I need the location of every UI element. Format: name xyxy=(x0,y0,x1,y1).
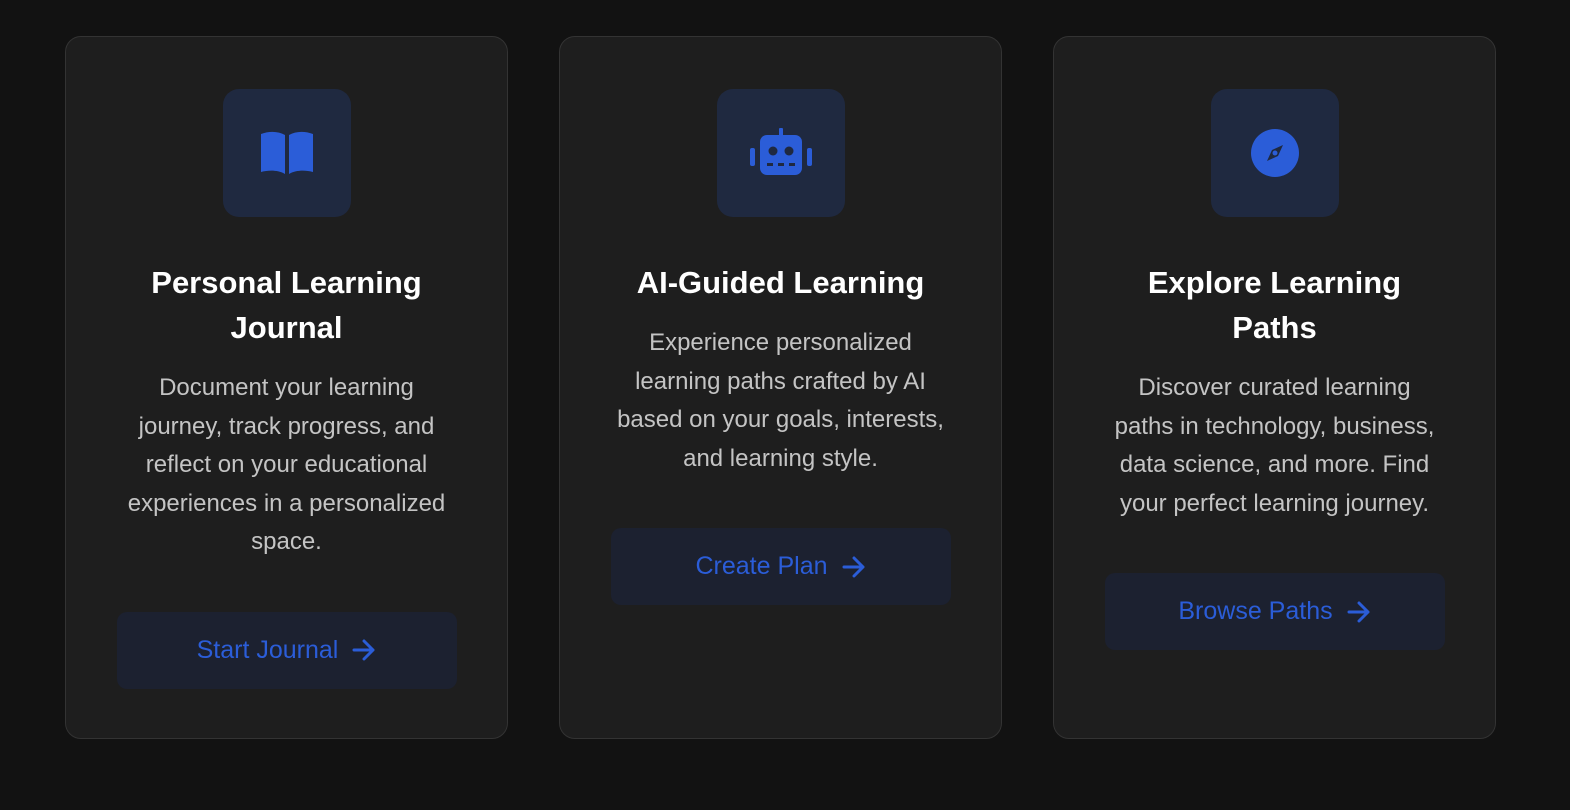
card-description: Discover curated learning paths in techn… xyxy=(1114,374,1435,517)
card-icon-box xyxy=(1210,89,1339,217)
card-icon-box xyxy=(222,89,351,217)
card-explore-learning-paths: Explore Learning Paths Discover curated … xyxy=(1053,36,1496,739)
card-title: AI-Guided Learning xyxy=(636,265,925,300)
card-description: Document your learning journey, track pr… xyxy=(127,374,446,555)
robot-icon xyxy=(749,128,812,175)
card-ai-guided-learning: AI-Guided Learning Experience personaliz… xyxy=(559,36,1002,739)
arrow-right-icon xyxy=(352,639,376,661)
card-icon-box xyxy=(716,89,845,217)
button-label: Browse Paths xyxy=(1178,597,1333,625)
card-description: Experience personalized learning paths c… xyxy=(617,329,944,472)
browse-paths-button[interactable]: Browse Paths xyxy=(1104,573,1445,650)
card-title: Explore Learning Paths xyxy=(1147,265,1402,345)
arrow-right-icon xyxy=(842,556,866,578)
button-label: Create Plan xyxy=(695,552,828,580)
card-personal-learning-journal: Personal Learning Journal Document your … xyxy=(65,36,508,739)
create-plan-button[interactable]: Create Plan xyxy=(610,528,951,605)
feature-cards: Personal Learning Journal Document your … xyxy=(65,36,1496,739)
compass-icon xyxy=(1250,129,1299,177)
card-title: Personal Learning Journal xyxy=(151,265,422,345)
arrow-right-icon xyxy=(1347,601,1371,623)
button-label: Start Journal xyxy=(196,635,339,664)
book-open-icon xyxy=(260,131,313,174)
start-journal-button[interactable]: Start Journal xyxy=(116,611,457,689)
